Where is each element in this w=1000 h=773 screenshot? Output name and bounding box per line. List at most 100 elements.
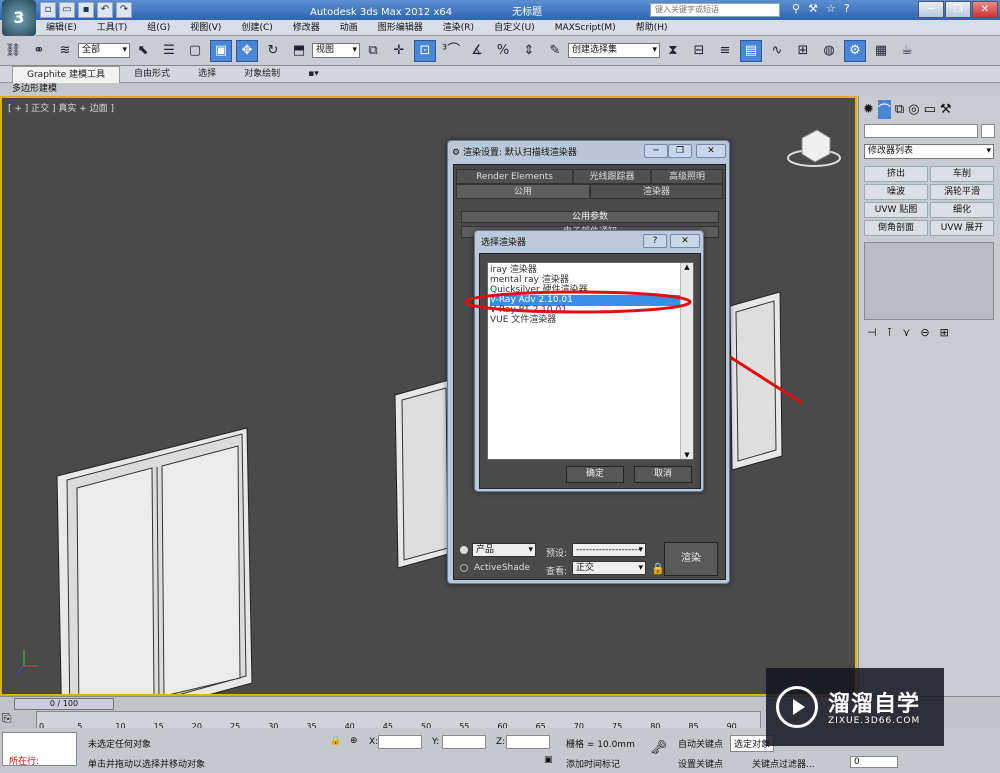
selection-filter-select[interactable]: 全部 (78, 43, 130, 58)
scroll-up-icon[interactable]: ▲ (681, 263, 693, 271)
z-coord-field[interactable] (506, 735, 550, 749)
menu-item[interactable]: 自定义(U) (484, 20, 545, 36)
preset-select[interactable]: -------------------- (572, 543, 646, 557)
select-object-icon[interactable]: ⬉ (132, 40, 154, 62)
unwrap-uvw-button[interactable]: UVW 展开 (930, 220, 994, 236)
auto-key-button[interactable]: 自动关键点 (678, 737, 723, 750)
transform-mode-icon[interactable]: ⊕ (350, 736, 358, 746)
motion-tab-icon[interactable]: ◎ (908, 102, 919, 117)
render-dialog-close[interactable]: ✕ (696, 144, 726, 158)
activeshade-radio[interactable] (460, 564, 468, 572)
utilities-tab-icon[interactable]: ⚒ (940, 102, 952, 117)
window-crossing-icon[interactable]: ▣ (210, 39, 232, 62)
production-select[interactable]: 产品 (472, 543, 536, 557)
named-selection-select[interactable]: 创建选择集 (568, 43, 660, 58)
remove-modifier-icon[interactable]: ⊖ (920, 326, 929, 339)
tessellate-button[interactable]: 细化 (930, 202, 994, 218)
search-input[interactable]: 键入关键字或短语 (650, 3, 780, 17)
modifier-stack[interactable] (864, 242, 994, 320)
close-button[interactable]: ✕ (972, 1, 998, 18)
scale-icon[interactable]: ⬒ (288, 40, 310, 62)
menu-item[interactable]: 渲染(R) (433, 20, 484, 36)
tools-icon[interactable]: ⚒ (808, 2, 818, 15)
snap-3d-icon[interactable]: ³⌒ (440, 40, 462, 62)
save-icon[interactable]: ▪ (78, 2, 94, 18)
add-time-tag[interactable]: 添加时间标记 (566, 757, 620, 770)
display-tab-icon[interactable]: ▭ (924, 102, 936, 117)
key-filters-button[interactable]: 关键点过滤器... (752, 757, 815, 770)
rotate-icon[interactable]: ↻ (262, 40, 284, 62)
polygon-modeling-label[interactable]: 多边形建模 (0, 84, 57, 94)
mirror-icon[interactable]: ⧗ (662, 40, 684, 62)
help-icon[interactable]: ? (844, 2, 850, 15)
current-frame-field[interactable]: 0 (850, 756, 898, 768)
select-by-name-icon[interactable]: ☰ (158, 40, 180, 62)
app-logo[interactable]: 3 (2, 0, 36, 36)
extrude-button[interactable]: 挤出 (864, 166, 928, 182)
pin-stack-icon[interactable]: ⊣ (867, 326, 877, 339)
x-coord-field[interactable] (378, 735, 422, 749)
scroll-down-icon[interactable]: ▼ (681, 451, 693, 459)
keyboard-shortcut-icon[interactable]: ⊡ (414, 39, 436, 62)
tab-freeform[interactable]: 自由形式 (120, 66, 184, 82)
align-icon[interactable]: ⊟ (688, 40, 710, 62)
spinner-snap-icon[interactable]: ⇕ (518, 40, 540, 62)
menu-item[interactable]: 视图(V) (180, 20, 231, 36)
create-tab-icon[interactable]: ✹ (863, 102, 874, 117)
menu-item[interactable]: MAXScript(M) (545, 20, 626, 36)
menu-item[interactable]: 帮助(H) (626, 20, 678, 36)
time-tag-icon[interactable]: ▣ (544, 755, 553, 765)
track-bar[interactable]: 0 5 10 15 20 25 30 35 40 45 50 55 60 65 70 75 80 85 90 (36, 711, 761, 731)
material-editor-icon[interactable]: ◍ (818, 40, 840, 62)
maxscript-listener[interactable]: 所在行: (2, 732, 77, 767)
show-end-result-icon[interactable]: ⊺ (887, 326, 893, 339)
menu-item[interactable]: 创建(C) (231, 20, 282, 36)
object-color-swatch[interactable] (981, 124, 995, 138)
redo-icon[interactable]: ↷ (116, 2, 132, 18)
common-parameters-rollout[interactable]: 公用参数 (461, 211, 719, 223)
y-coord-field[interactable] (442, 735, 486, 749)
tab-common[interactable]: 公用 (456, 184, 590, 199)
binoculars-icon[interactable]: ⚲ (792, 2, 800, 15)
ribbon-options-icon[interactable]: ▪▾ (294, 66, 333, 82)
manipulate-icon[interactable]: ✛ (388, 40, 410, 62)
render-dialog-maximize[interactable]: ❐ (668, 144, 692, 158)
choose-renderer-close[interactable]: ✕ (670, 234, 700, 248)
choose-renderer-help[interactable]: ? (643, 234, 667, 248)
view-select[interactable]: 正交 (572, 561, 646, 575)
render-button[interactable]: 渲染 (664, 542, 718, 576)
product-radio[interactable] (460, 546, 468, 554)
tab-graphite[interactable]: Graphite 建模工具 (12, 65, 121, 83)
pivot-icon[interactable]: ⧉ (362, 40, 384, 62)
menu-item[interactable]: 动画 (330, 20, 368, 36)
menu-item[interactable]: 组(G) (137, 20, 180, 36)
noise-button[interactable]: 噪波 (864, 184, 928, 200)
uvw-map-button[interactable]: UVW 贴图 (864, 202, 928, 218)
tab-object-paint[interactable]: 对象绘制 (230, 66, 294, 82)
edit-named-selection-icon[interactable]: ✎ (544, 40, 566, 62)
time-slider[interactable]: 0 / 100 (14, 698, 114, 710)
schematic-view-icon[interactable]: ⊞ (792, 40, 814, 62)
minimize-button[interactable]: ─ (918, 1, 944, 18)
menu-item[interactable]: 修改器 (283, 20, 330, 36)
open-file-icon[interactable]: ▭ (59, 2, 75, 18)
layer-manager-icon[interactable]: ≡ (714, 40, 736, 62)
star-icon[interactable]: ☆ (826, 2, 836, 15)
menu-item[interactable]: 图形编辑器 (368, 20, 433, 36)
rendered-frame-icon[interactable]: ▦ (870, 40, 892, 62)
set-key-button[interactable]: 设置关键点 (678, 757, 723, 770)
render-dialog-minimize[interactable]: ─ (644, 144, 668, 158)
turbosmooth-button[interactable]: 涡轮平滑 (930, 184, 994, 200)
angle-snap-icon[interactable]: ∡ (466, 40, 488, 62)
mini-curve-editor-icon[interactable]: ⎘ (2, 711, 12, 726)
tab-selection[interactable]: 选择 (184, 66, 230, 82)
percent-snap-icon[interactable]: % (492, 40, 514, 62)
key-icon[interactable]: 🗝 (650, 740, 668, 756)
menu-item[interactable]: 工具(T) (87, 20, 138, 36)
render-production-icon[interactable]: ☕ (896, 40, 918, 62)
unlink-icon[interactable]: ⚭ (28, 40, 50, 62)
bind-spacewarp-icon[interactable]: ≋ (54, 40, 76, 62)
render-setup-icon[interactable]: ⚙ (844, 39, 866, 62)
lock-selection-icon[interactable]: 🔒 (330, 736, 341, 746)
viewcube-icon[interactable] (787, 129, 841, 167)
